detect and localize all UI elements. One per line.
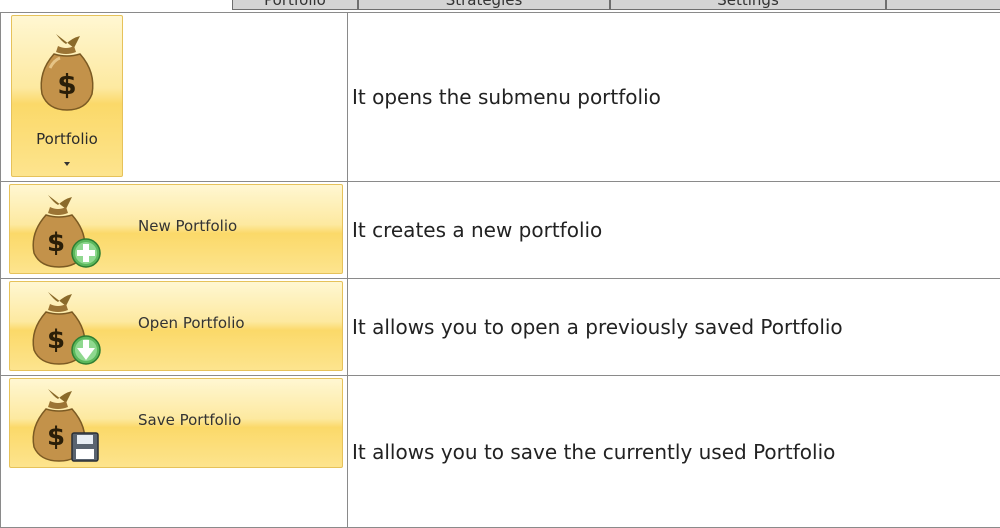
new-portfolio-button[interactable]: $ New Portfolio (9, 184, 343, 274)
table-row: $ Open Portfolio It allows you to open a… (0, 278, 1000, 376)
tab-settings[interactable]: Settings (610, 0, 886, 10)
description-cell: It allows you to open a previously saved… (347, 278, 1000, 376)
new-portfolio-button-label: New Portfolio (138, 217, 238, 235)
save-portfolio-button[interactable]: $ Save Portfolio (9, 378, 343, 468)
description-cell: It opens the submenu portfolio (347, 12, 1000, 182)
open-portfolio-button-label: Open Portfolio (138, 314, 245, 332)
portfolio-button-label: Portfolio (36, 130, 98, 148)
tab-portfolio[interactable]: Portfolio (232, 0, 358, 10)
tab-strategies[interactable]: Strategies (358, 0, 610, 10)
money-bag-open-icon: $ (32, 292, 101, 365)
portfolio-button[interactable]: $ Portfolio (11, 15, 123, 177)
open-portfolio-button[interactable]: $ Open Portfolio (9, 281, 343, 371)
svg-text:$: $ (57, 68, 76, 101)
icon-cell: $ Open Portfolio (0, 278, 348, 376)
save-portfolio-button-label: Save Portfolio (138, 411, 242, 429)
svg-text:$: $ (47, 422, 65, 452)
dropdown-caret-icon (64, 162, 70, 166)
table-row: $ Save Portfolio It allows you to save t… (0, 375, 1000, 528)
svg-text:$: $ (47, 228, 65, 258)
svg-text:$: $ (47, 325, 65, 355)
table-row: $ Portfolio It opens the submenu portfol… (0, 12, 1000, 182)
description-cell: It creates a new portfolio (347, 181, 1000, 279)
header-strip: Portfolio Strategies Settings (0, 0, 1000, 12)
description-cell: It allows you to save the currently used… (347, 375, 1000, 528)
icon-cell: $ Portfolio (0, 12, 348, 182)
money-bag-save-icon: $ (32, 389, 99, 462)
icon-cell: $ New Portfolio (0, 181, 348, 279)
money-bag-icon: $ (40, 34, 94, 111)
tab-extra[interactable] (886, 0, 1000, 10)
icon-cell: $ Save Portfolio (0, 375, 348, 528)
table-row: $ New Portfolio It creates a new portfol… (0, 181, 1000, 279)
money-bag-add-icon: $ (32, 195, 101, 268)
